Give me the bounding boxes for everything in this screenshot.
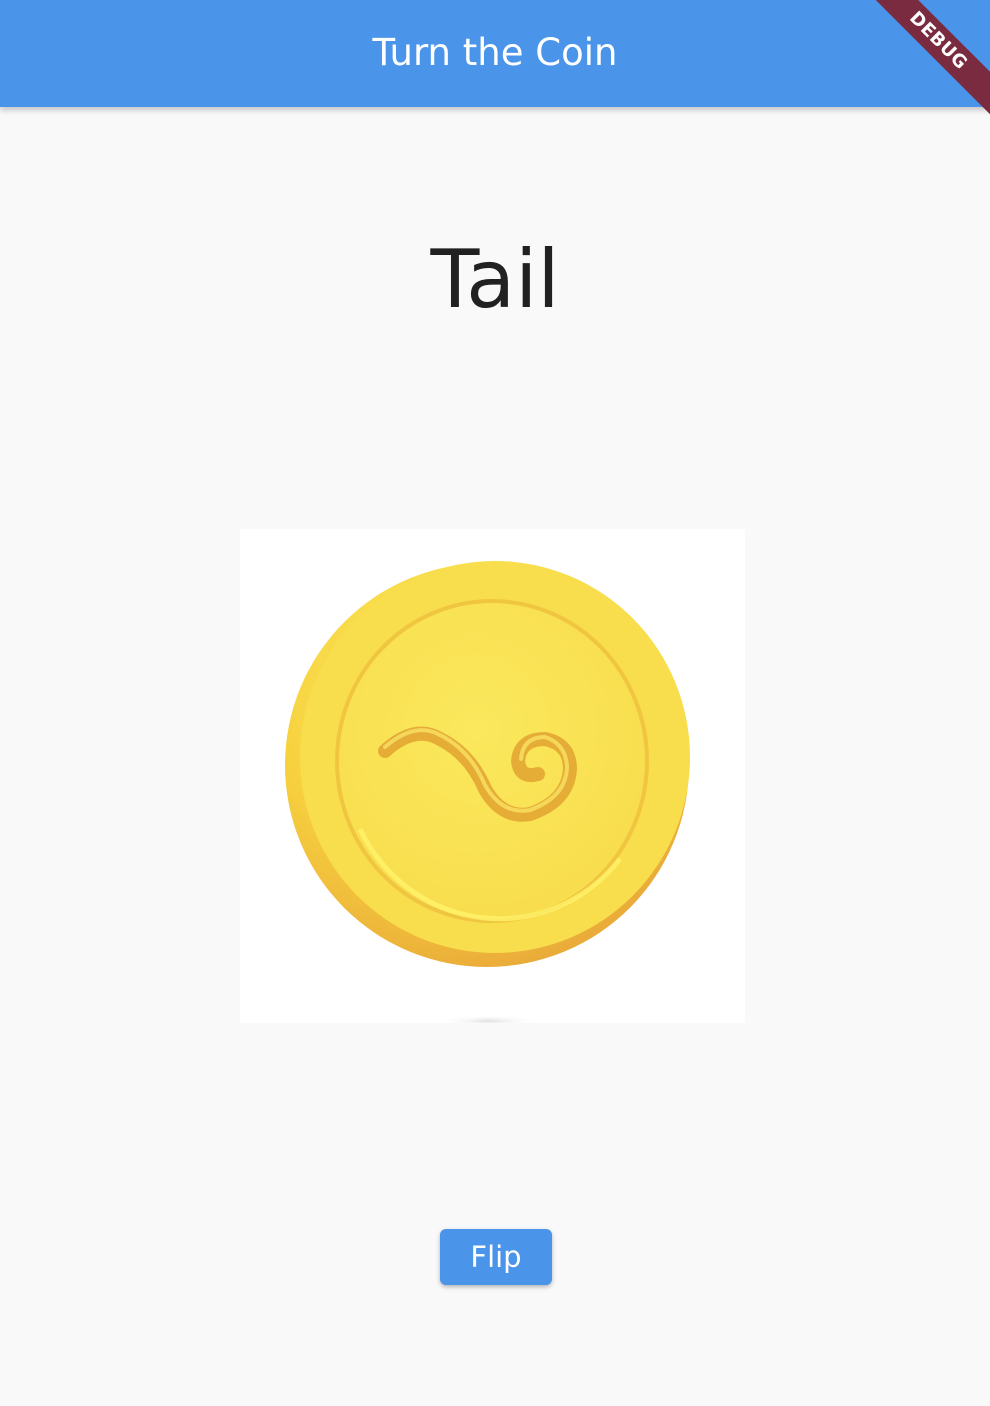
flip-button[interactable]: Flip bbox=[440, 1229, 552, 1285]
app-title: Turn the Coin bbox=[372, 31, 618, 74]
coin-result-text: Tail bbox=[430, 233, 560, 326]
app-bar: Turn the Coin bbox=[0, 0, 990, 107]
coin-image bbox=[240, 529, 745, 1023]
debug-banner: DEBUG bbox=[850, 0, 990, 140]
debug-label: DEBUG bbox=[856, 0, 990, 123]
coin-tail-icon bbox=[285, 561, 690, 1023]
